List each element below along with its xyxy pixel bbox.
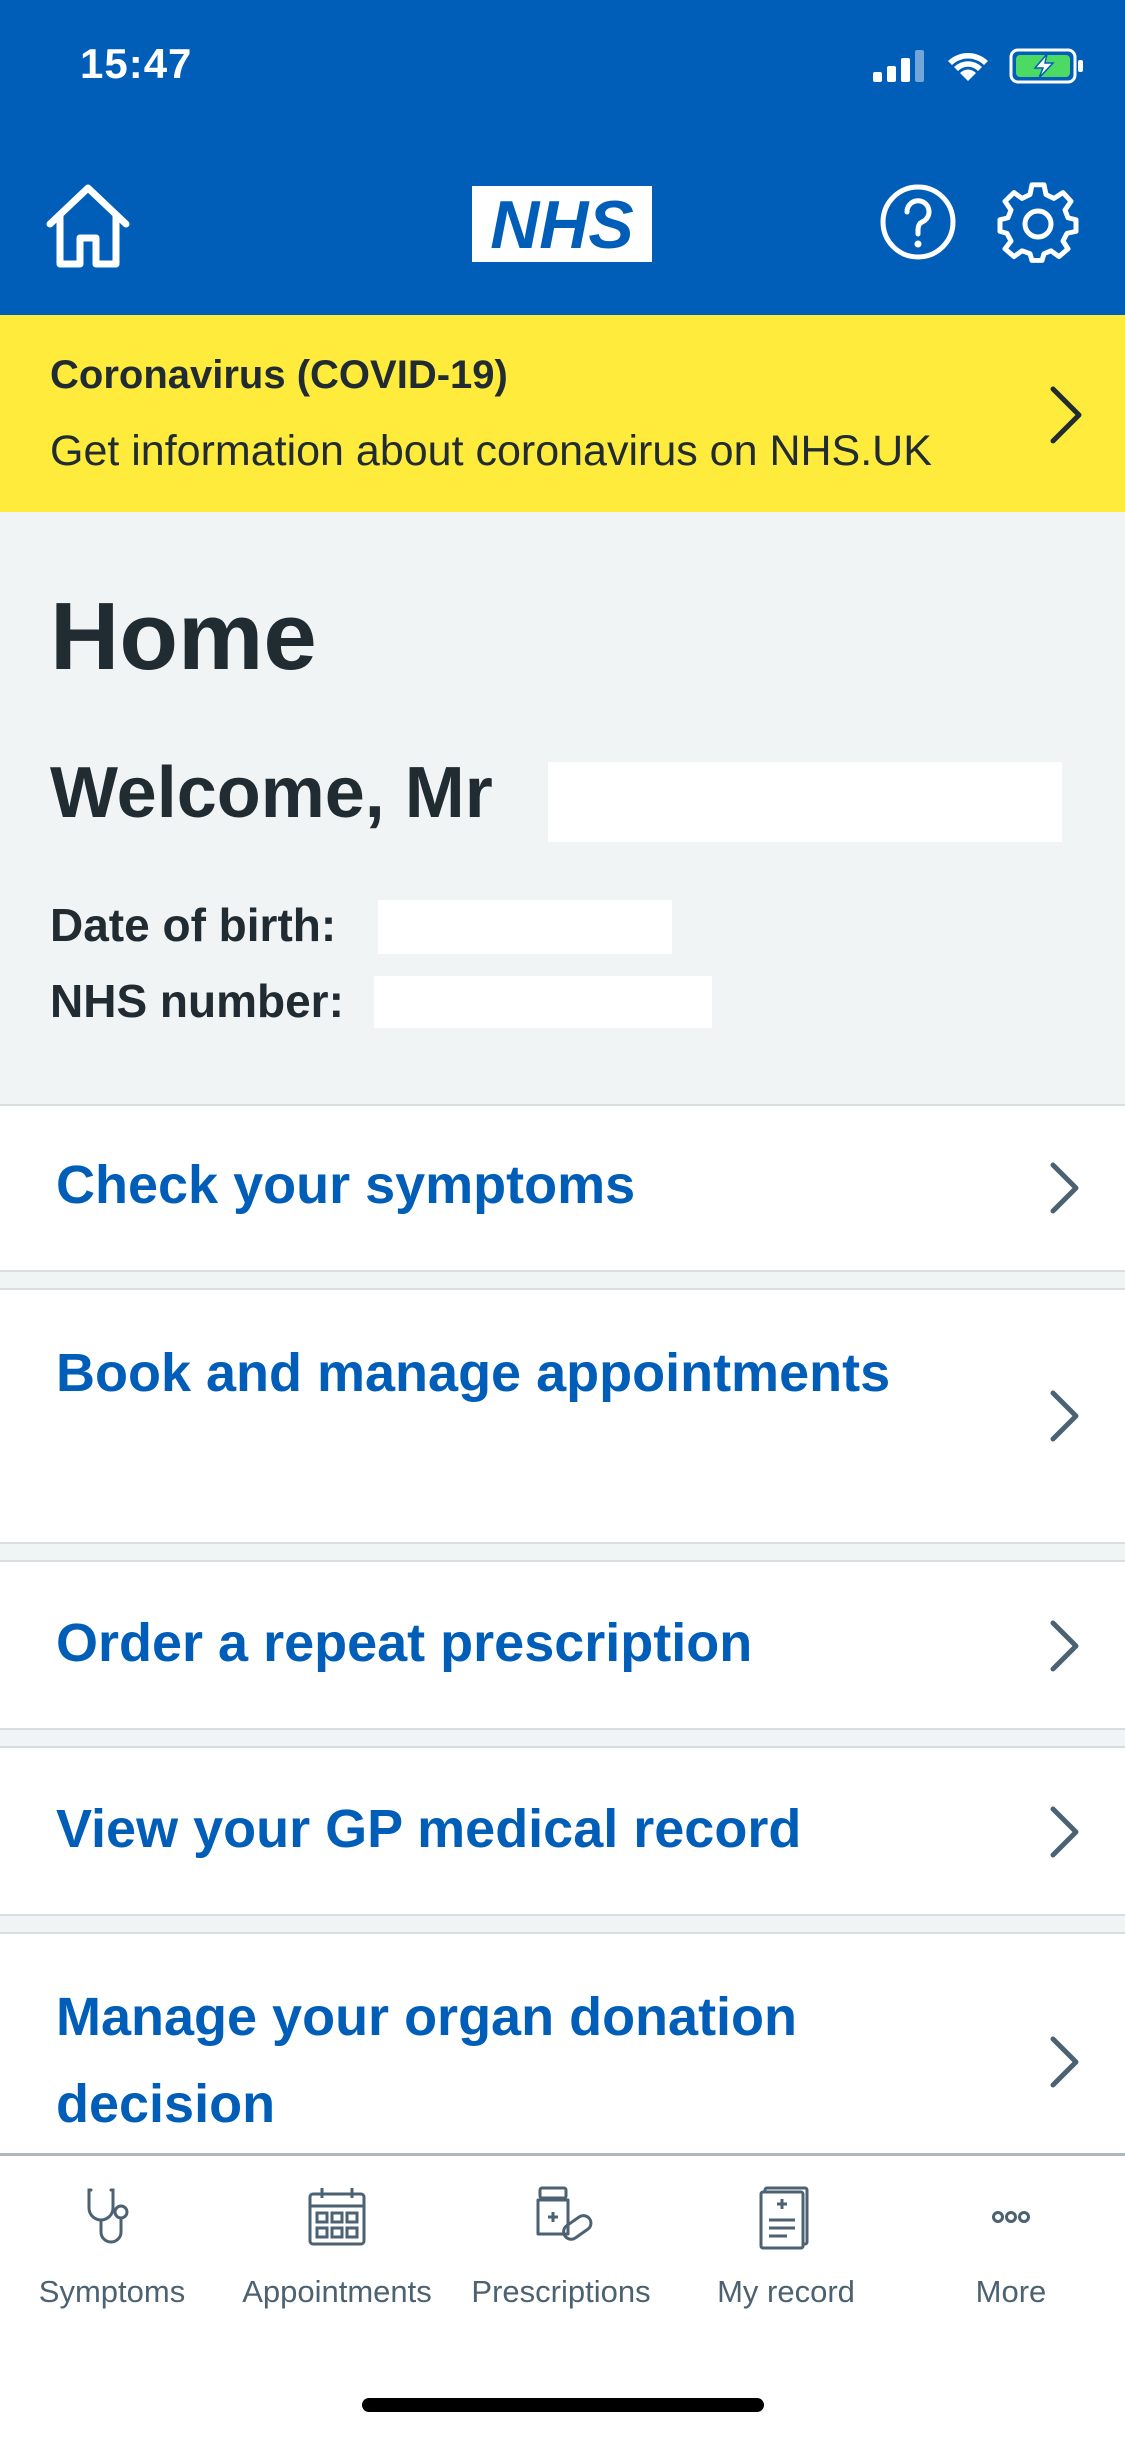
tab-label: Symptoms bbox=[38, 2274, 186, 2309]
redacted-name bbox=[548, 762, 1062, 842]
menu-item-check-symptoms[interactable]: Check your symptoms bbox=[0, 1104, 1125, 1272]
chevron-right-icon bbox=[1050, 1806, 1079, 1858]
tab-prescriptions[interactable]: Prescriptions bbox=[451, 2182, 671, 2310]
more-icon bbox=[992, 2211, 1030, 2223]
divider bbox=[0, 1544, 1125, 1560]
covid-banner-title: Coronavirus (COVID-19) bbox=[50, 353, 508, 397]
menu-item-label: Order a repeat prescription bbox=[56, 1613, 753, 1673]
chevron-right-icon bbox=[1050, 2036, 1079, 2088]
battery-charging-icon bbox=[1009, 48, 1083, 84]
settings-gear-icon[interactable] bbox=[996, 182, 1080, 266]
signal-icon bbox=[873, 50, 924, 82]
pills-icon bbox=[536, 2186, 593, 2241]
redacted-nhs-number bbox=[374, 976, 712, 1028]
menu-item-label: Book and manage appointments bbox=[56, 1343, 891, 1403]
menu-item-label: View your GP medical record bbox=[56, 1799, 802, 1859]
tab-label: My record bbox=[717, 2274, 855, 2309]
tab-label: More bbox=[975, 2274, 1047, 2309]
record-icon bbox=[759, 2186, 809, 2250]
status-time: 15:47 bbox=[80, 40, 193, 87]
tab-symptoms[interactable]: Symptoms bbox=[2, 2182, 222, 2310]
divider bbox=[0, 1916, 1125, 1932]
chevron-right-icon bbox=[1050, 1162, 1079, 1214]
divider bbox=[0, 1272, 1125, 1288]
svg-text:NHS: NHS bbox=[490, 187, 634, 262]
wifi-icon bbox=[948, 53, 988, 81]
tab-label: Appointments bbox=[242, 2274, 432, 2309]
home-indicator[interactable] bbox=[362, 2398, 764, 2412]
covid-banner[interactable]: Coronavirus (COVID-19) Get information a… bbox=[0, 315, 1125, 512]
menu-item-appointments[interactable]: Book and manage appointments bbox=[0, 1288, 1125, 1544]
calendar-icon bbox=[308, 2188, 366, 2246]
tab-appointments[interactable]: Appointments bbox=[227, 2182, 447, 2310]
user-info-panel: Home Welcome, Mr Date of birth: NHS numb… bbox=[0, 512, 1125, 1106]
divider bbox=[0, 1730, 1125, 1746]
stethoscope-icon bbox=[87, 2188, 129, 2244]
chevron-right-icon bbox=[1050, 1390, 1079, 1442]
menu-item-gp-record[interactable]: View your GP medical record bbox=[0, 1746, 1125, 1916]
welcome-heading: Welcome, Mr bbox=[50, 753, 493, 833]
top-bar: 15:47 NHS bbox=[0, 0, 1125, 315]
home-icon[interactable] bbox=[40, 178, 136, 274]
redacted-dob bbox=[378, 900, 672, 954]
help-icon[interactable] bbox=[878, 182, 958, 262]
tab-my-record[interactable]: My record bbox=[676, 2182, 896, 2310]
status-icons bbox=[873, 48, 1085, 84]
menu-item-label: Manage your organ donation decision bbox=[56, 1987, 798, 2134]
tab-label: Prescriptions bbox=[471, 2274, 651, 2309]
dob-label: Date of birth: bbox=[50, 899, 337, 951]
menu-item-repeat-prescription[interactable]: Order a repeat prescription bbox=[0, 1560, 1125, 1730]
chevron-right-icon bbox=[1050, 1620, 1079, 1672]
bottom-tab-bar: Symptoms Appointments Prescriptions My r… bbox=[0, 2153, 1125, 2439]
chevron-right-icon bbox=[1050, 386, 1082, 444]
nhs-logo: NHS bbox=[472, 186, 652, 262]
covid-banner-text: Get information about coronavirus on NHS… bbox=[50, 427, 932, 475]
nhs-number-label: NHS number: bbox=[50, 975, 344, 1027]
page-title: Home bbox=[50, 583, 317, 690]
tab-more[interactable]: More bbox=[901, 2182, 1121, 2310]
menu-item-label: Check your symptoms bbox=[56, 1155, 636, 1215]
